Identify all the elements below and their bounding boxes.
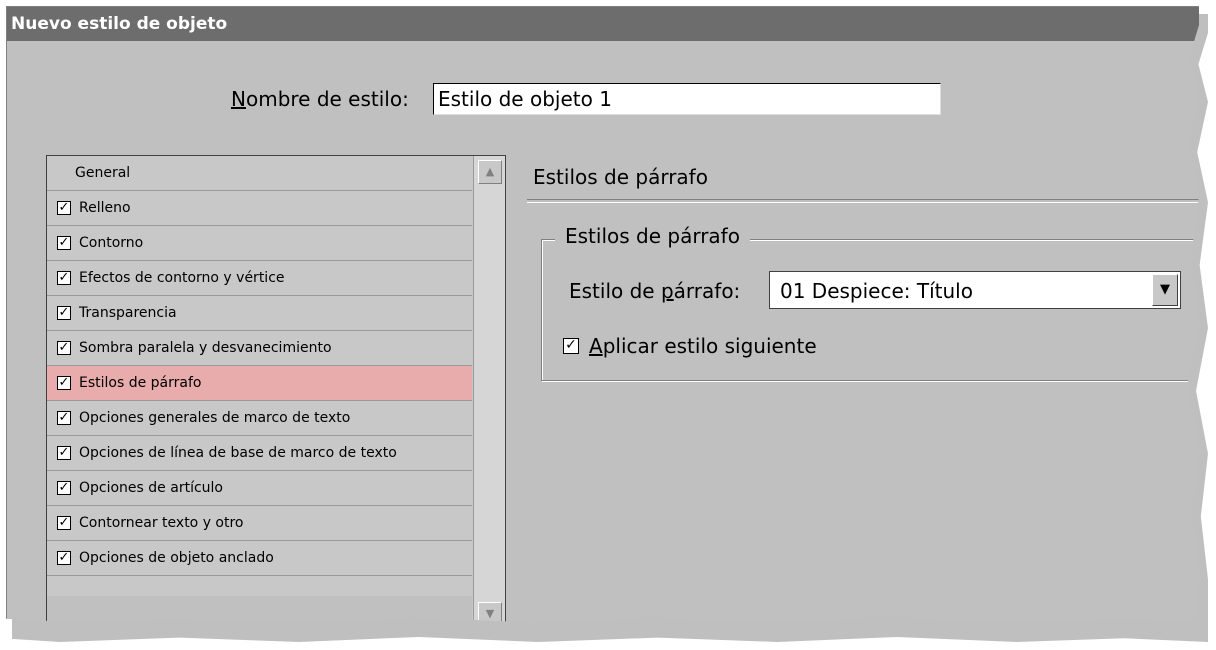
paragraph-style-value: 01 Despiece: Título [780, 279, 973, 303]
category-item-8[interactable]: ✓ Opciones de línea de base de marco de t… [47, 436, 472, 471]
category-item-9[interactable]: ✓ Opciones de artículo [47, 471, 472, 506]
category-checkbox[interactable]: ✓ [57, 411, 71, 425]
paragraph-style-select[interactable]: 01 Despiece: Título ▼ [769, 271, 1181, 309]
category-item-label: Opciones de artículo [79, 480, 223, 496]
category-checkbox[interactable]: ✓ [57, 551, 71, 565]
category-item-3[interactable]: ✓ Efectos de contorno y vértice [47, 261, 472, 296]
category-item-11[interactable]: ✓ Opciones de objeto anclado [47, 541, 472, 576]
category-item-4[interactable]: ✓ Transparencia [47, 296, 472, 331]
category-item-2[interactable]: ✓ Contorno [47, 226, 472, 261]
category-item-label: Relleno [79, 200, 131, 216]
chevron-down-icon[interactable]: ▼ [1152, 274, 1178, 306]
category-item-label: Contorno [79, 235, 144, 251]
category-item-label: Contornear texto y otro [79, 515, 244, 531]
new-object-style-dialog: Nuevo estilo de objeto Nombre de estilo:… [6, 6, 1199, 623]
paragraph-style-label: Estilo de párrafo: [569, 279, 741, 303]
category-item-7[interactable]: ✓ Opciones generales de marco de texto [47, 401, 472, 436]
category-item-label: Opciones de objeto anclado [79, 550, 274, 566]
category-item-label: Opciones de línea de base de marco de te… [79, 445, 397, 461]
category-checkbox[interactable]: ✓ [57, 446, 71, 460]
category-item-6[interactable]: ✓ Estilos de párrafo [47, 366, 472, 401]
panel-title: Estilos de párrafo [533, 165, 708, 189]
category-checkbox[interactable]: ✓ [57, 341, 71, 355]
category-checkbox[interactable]: ✓ [57, 236, 71, 250]
category-item-label: Transparencia [79, 305, 177, 321]
dialog-title: Nuevo estilo de objeto [7, 7, 1199, 41]
apply-next-style-checkbox[interactable]: ✓ [563, 338, 579, 354]
category-checkbox[interactable]: ✓ [57, 516, 71, 530]
scroll-up-arrow-icon[interactable]: ▲ [478, 160, 502, 184]
group-title: Estilos de párrafo [555, 224, 750, 248]
category-item-label: Estilos de párrafo [79, 375, 202, 391]
category-list-rows: General ✓ Relleno ✓ Contorno ✓ Efectos de con… [47, 156, 472, 576]
category-list-scrollbar[interactable]: ▲ ▼ [473, 156, 505, 623]
category-item-5[interactable]: ✓ Sombra paralela y desvanecimiento [47, 331, 472, 366]
category-item-label: Sombra paralela y desvanecimiento [79, 340, 332, 356]
category-list-header[interactable]: General [47, 156, 472, 191]
category-item-10[interactable]: ✓ Contornear texto y otro [47, 506, 472, 541]
style-name-row: Nombre de estilo: [7, 83, 1199, 115]
apply-next-style-label: Aplicar estilo siguiente [589, 334, 817, 358]
category-checkbox[interactable]: ✓ [57, 376, 71, 390]
category-list: General ✓ Relleno ✓ Contorno ✓ Efectos de con… [46, 155, 506, 623]
category-checkbox[interactable]: ✓ [57, 271, 71, 285]
category-checkbox[interactable]: ✓ [57, 481, 71, 495]
apply-next-style-row[interactable]: ✓ Aplicar estilo siguiente [563, 331, 817, 361]
style-name-label: Nombre de estilo: [231, 87, 409, 111]
category-item-label: Opciones generales de marco de texto [79, 410, 351, 426]
style-name-label-rest: ombre de estilo: [245, 87, 409, 111]
style-name-input[interactable] [433, 83, 941, 115]
category-checkbox[interactable]: ✓ [57, 306, 71, 320]
category-item-label: Efectos de contorno y vértice [79, 270, 285, 286]
category-checkbox[interactable]: ✓ [57, 201, 71, 215]
category-item-1[interactable]: ✓ Relleno [47, 191, 472, 226]
panel-divider [527, 199, 1199, 203]
